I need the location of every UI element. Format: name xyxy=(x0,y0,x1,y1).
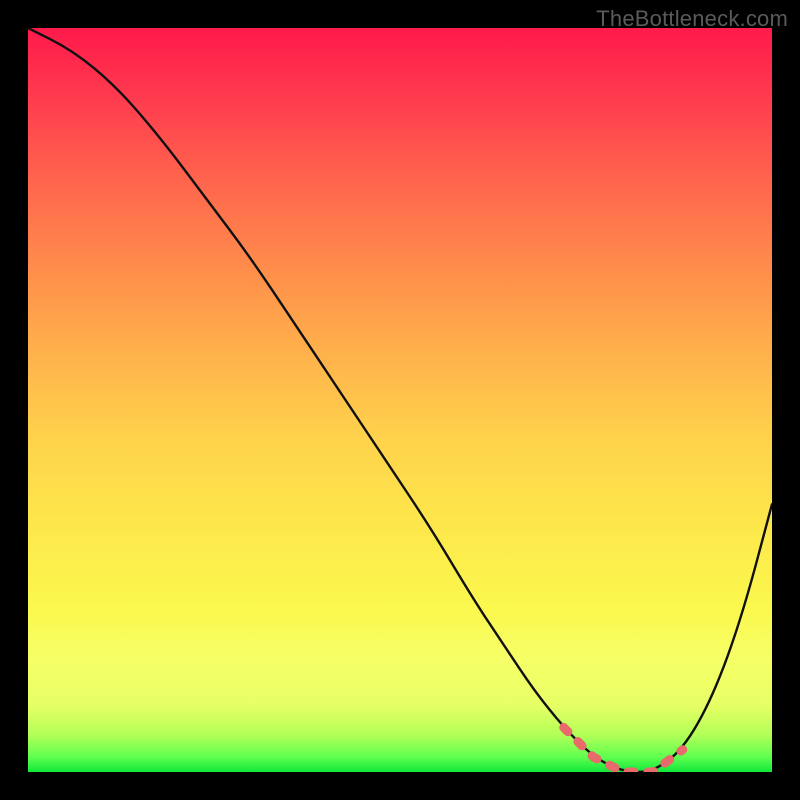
highlight-segment xyxy=(564,727,683,772)
bottleneck-curve xyxy=(28,28,772,772)
chart-frame xyxy=(28,28,772,772)
chart-svg xyxy=(28,28,772,772)
